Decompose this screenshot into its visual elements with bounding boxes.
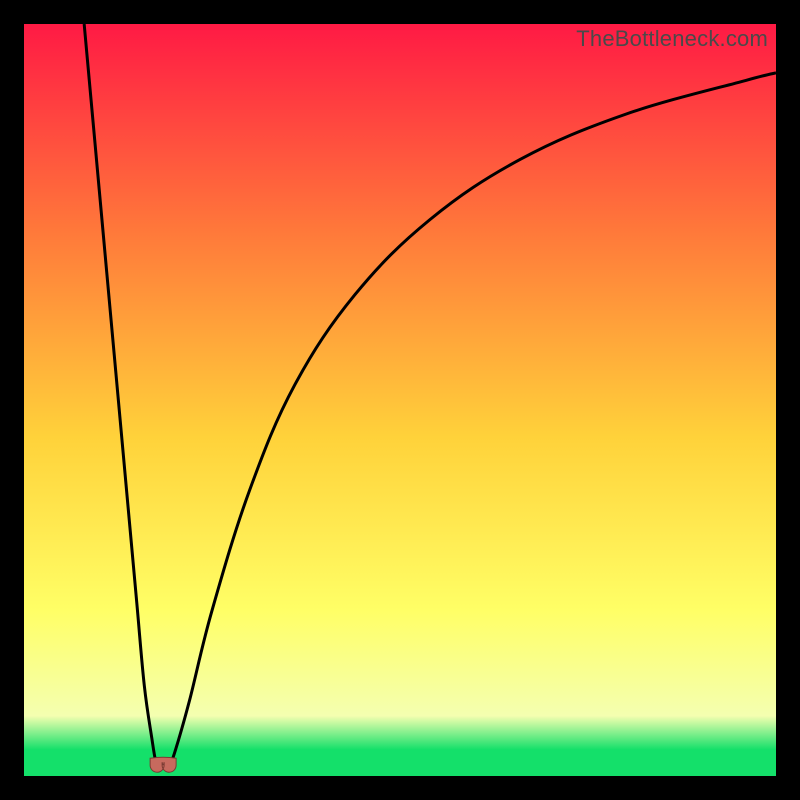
plot-area: TheBottleneck.com (24, 24, 776, 776)
u-notch-icon (150, 757, 176, 772)
outer-frame: TheBottleneck.com (0, 0, 800, 800)
minimum-marker (24, 24, 776, 776)
watermark-text: TheBottleneck.com (576, 26, 768, 52)
